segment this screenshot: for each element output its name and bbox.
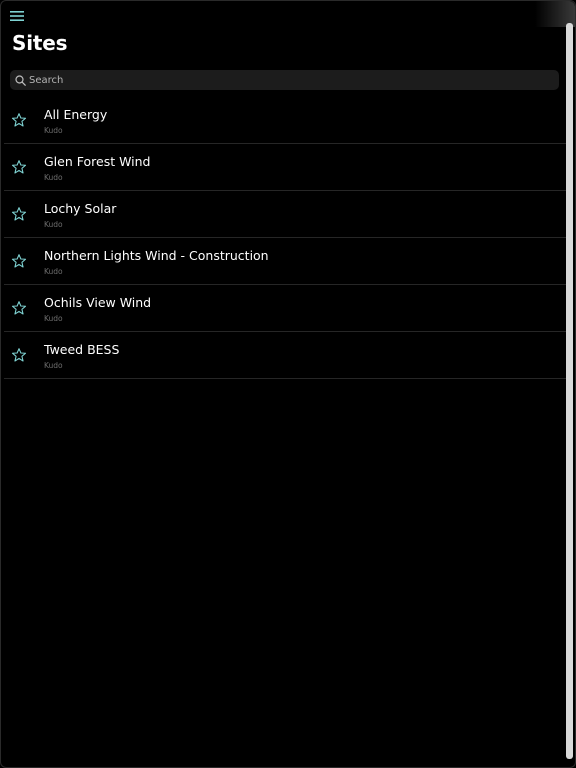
- hamburger-menu-icon: [10, 11, 24, 21]
- site-org: Kudo: [44, 173, 63, 182]
- site-org: Kudo: [44, 361, 63, 370]
- list-item[interactable]: Glen Forest Wind Kudo: [4, 144, 567, 191]
- site-name: All Energy: [44, 107, 108, 122]
- site-name: Glen Forest Wind: [44, 154, 151, 169]
- app-window: Sites All Energy Kudo Glen Forest Wind K…: [0, 0, 576, 768]
- site-org: Kudo: [44, 267, 63, 276]
- star-outline-icon[interactable]: [11, 159, 27, 175]
- site-name: Tweed BESS: [44, 342, 120, 357]
- list-item[interactable]: Ochils View Wind Kudo: [4, 285, 567, 332]
- star-outline-icon[interactable]: [11, 347, 27, 363]
- site-name: Lochy Solar: [44, 201, 117, 216]
- search-input[interactable]: [27, 71, 529, 89]
- hamburger-menu-button[interactable]: [7, 7, 27, 25]
- list-item[interactable]: Tweed BESS Kudo: [4, 332, 567, 379]
- star-outline-icon[interactable]: [11, 300, 27, 316]
- site-org: Kudo: [44, 126, 63, 135]
- site-org: Kudo: [44, 314, 63, 323]
- site-name: Northern Lights Wind - Construction: [44, 248, 269, 263]
- list-item[interactable]: Northern Lights Wind - Construction Kudo: [4, 238, 567, 285]
- list-item[interactable]: All Energy Kudo: [4, 97, 567, 144]
- search-bar[interactable]: [10, 70, 559, 90]
- star-outline-icon[interactable]: [11, 112, 27, 128]
- page-title: Sites: [12, 31, 68, 55]
- star-outline-icon[interactable]: [11, 206, 27, 222]
- list-item[interactable]: Lochy Solar Kudo: [4, 191, 567, 238]
- search-icon: [14, 74, 27, 87]
- site-list: All Energy Kudo Glen Forest Wind Kudo Lo…: [4, 97, 567, 379]
- scrollbar[interactable]: [566, 23, 573, 759]
- site-org: Kudo: [44, 220, 63, 229]
- site-name: Ochils View Wind: [44, 295, 152, 310]
- star-outline-icon[interactable]: [11, 253, 27, 269]
